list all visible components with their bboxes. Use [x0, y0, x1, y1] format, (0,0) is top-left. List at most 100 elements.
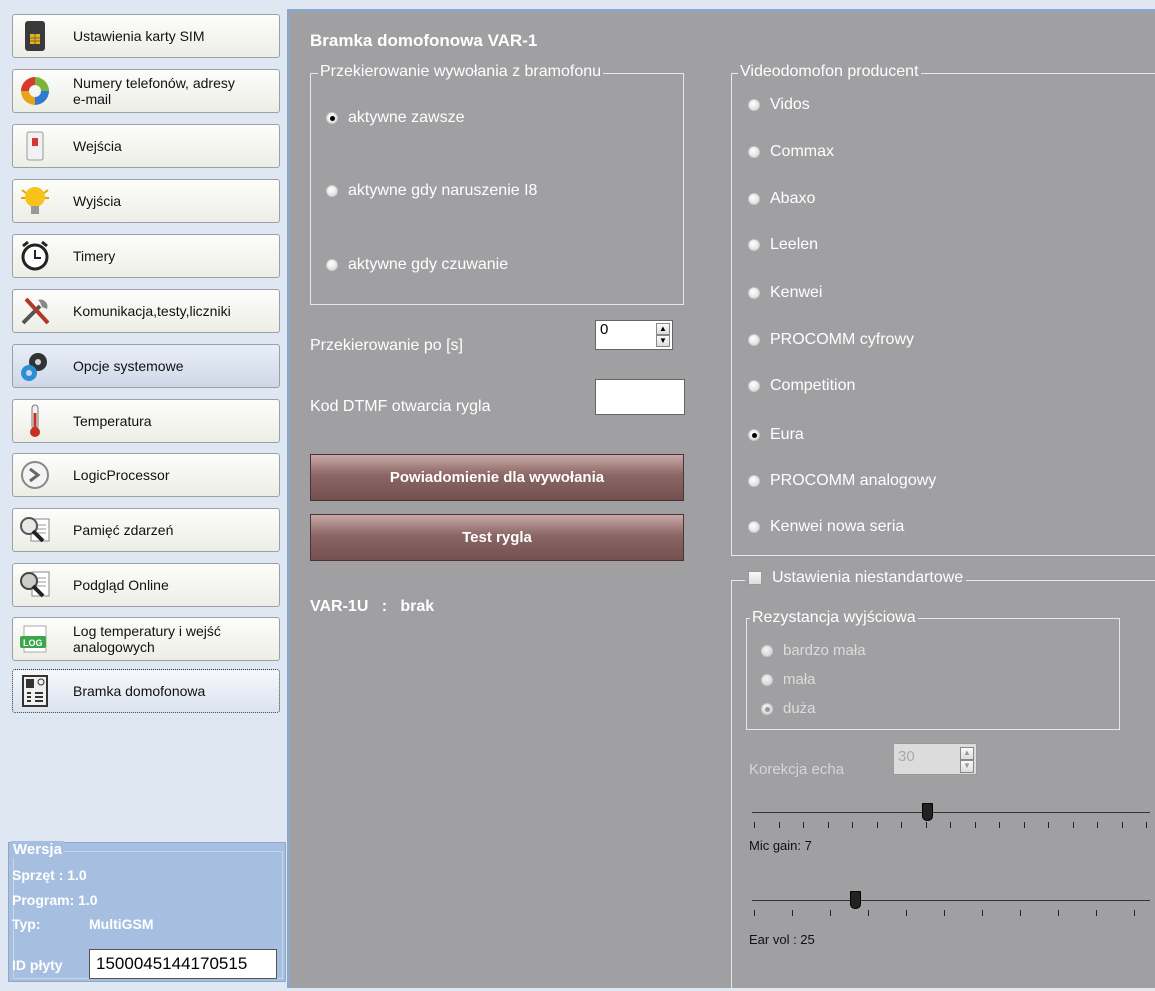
slider-tick	[868, 910, 869, 916]
slider-tick	[1072, 822, 1074, 828]
nav-system-options[interactable]: Opcje systemowe	[12, 344, 280, 388]
dtmf-input[interactable]	[595, 379, 685, 415]
radio-dot	[748, 239, 760, 251]
radio-label: duża	[783, 700, 816, 717]
alarm-clock-icon	[17, 238, 53, 274]
nav-outputs[interactable]: Wyjścia	[12, 179, 280, 223]
stepper-down-icon[interactable]: ▼	[960, 760, 974, 773]
radio-dot	[748, 193, 760, 205]
stepper-down-icon[interactable]: ▼	[656, 335, 670, 347]
radio-label: Eura	[770, 426, 804, 443]
call-notification-button[interactable]: Powiadomienie dla wywołania	[310, 454, 684, 501]
radio-label: Abaxo	[770, 190, 816, 207]
manufacturer-kenwei-radio[interactable]: Kenwei	[748, 284, 822, 302]
slider-tick	[950, 822, 951, 828]
radio-dot	[748, 99, 760, 111]
slider-tick	[1020, 910, 1021, 916]
radio-label: bardzo mała	[783, 642, 866, 659]
mic-gain-label: Mic gain: 7	[749, 838, 812, 853]
radio-label: aktywne gdy naruszenie I8	[348, 182, 538, 199]
slider-tick	[792, 910, 793, 916]
radio-dot	[748, 521, 760, 533]
slider-tick	[754, 910, 755, 916]
forward-on-violation-radio[interactable]: aktywne gdy naruszenie I8	[326, 182, 537, 200]
forwarding-legend: Przekierowanie wywołania z bramofonu	[318, 63, 604, 81]
hardware-version: Sprzęt : 1.0	[12, 867, 87, 883]
resistance-low-radio[interactable]: mała	[761, 671, 816, 688]
echo-correction-value: 30	[898, 748, 915, 765]
ear-volume-track	[752, 900, 1150, 901]
nav-label: Ustawienia karty SIM	[73, 28, 205, 44]
stepper-up-icon[interactable]: ▲	[960, 747, 974, 760]
radio-dot	[326, 112, 338, 124]
radio-dot	[748, 475, 760, 487]
radio-dot	[326, 185, 338, 197]
stepper-up-icon[interactable]: ▲	[656, 323, 670, 335]
log-icon: LOG	[17, 621, 53, 657]
nav-phone-numbers[interactable]: Numery telefonów, adresy e-mail	[12, 69, 280, 113]
manufacturer-competition-radio[interactable]: Competition	[748, 377, 855, 395]
slider-tick	[1146, 822, 1147, 828]
gears-icon	[17, 348, 53, 384]
board-id-field[interactable]: 1500045144170515	[89, 949, 277, 979]
top-strip	[0, 0, 1155, 9]
logic-processor-icon	[17, 457, 53, 493]
radio-label: Leelen	[770, 236, 819, 253]
program-version: Program: 1.0	[12, 892, 98, 908]
resistance-very-low-radio[interactable]: bardzo mała	[761, 642, 866, 659]
nav-event-memory[interactable]: Pamięć zdarzeń	[12, 508, 280, 552]
manufacturer-legend: Videodomofon producent	[738, 63, 921, 81]
manufacturer-leelen-radio[interactable]: Leelen	[748, 236, 818, 254]
nav-online-preview[interactable]: Podgląd Online	[12, 563, 280, 607]
echo-correction-stepper[interactable]: 30 ▲ ▼	[893, 743, 977, 775]
nav-temperature[interactable]: Temperatura	[12, 399, 280, 443]
manufacturer-kenwei-new-radio[interactable]: Kenwei nowa seria	[748, 518, 904, 536]
event-memory-icon	[17, 512, 53, 548]
nav-intercom-gateway[interactable]: Bramka domofonowa	[12, 669, 280, 713]
manufacturer-vidos-radio[interactable]: Vidos	[748, 96, 810, 114]
forward-always-radio[interactable]: aktywne zawsze	[326, 109, 465, 127]
mic-gain-thumb[interactable]	[922, 803, 933, 821]
mic-gain-slider[interactable]	[752, 797, 1150, 837]
ear-volume-slider[interactable]	[752, 890, 1150, 930]
manufacturer-procomm-digital-radio[interactable]: PROCOMM cyfrowy	[748, 331, 914, 349]
manufacturer-commax-radio[interactable]: Commax	[748, 143, 834, 161]
nav-label: Opcje systemowe	[73, 358, 184, 374]
radio-dot	[748, 287, 760, 299]
tools-icon	[17, 293, 53, 329]
radio-label: Commax	[770, 143, 835, 160]
forward-after-stepper[interactable]: 0 ▲ ▼	[595, 320, 673, 350]
slider-tick	[754, 822, 755, 828]
resistance-high-radio[interactable]: duża	[761, 700, 816, 717]
forward-after-label: Przekierowanie po [s]	[310, 337, 463, 354]
nav-sim-settings[interactable]: Ustawienia karty SIM	[12, 14, 280, 58]
nav-inputs[interactable]: Wejścia	[12, 124, 280, 168]
radio-label: Kenwei nowa seria	[770, 518, 905, 535]
forward-when-armed-radio[interactable]: aktywne gdy czuwanie	[326, 256, 508, 274]
manufacturer-eura-radio[interactable]: Eura	[748, 426, 804, 444]
nav-temperature-log[interactable]: LOG Log temperatury i wejść analogowych	[12, 617, 280, 661]
page-title: Bramka domofonowa VAR-1	[310, 31, 538, 50]
svg-text:LOG: LOG	[23, 638, 43, 648]
nav-logic-processor[interactable]: LogicProcessor	[12, 453, 280, 497]
nav-communication[interactable]: Komunikacja,testy,liczniki	[12, 289, 280, 333]
thermometer-icon	[17, 403, 53, 439]
ear-volume-thumb[interactable]	[850, 891, 861, 909]
nav-label: Wyjścia	[73, 193, 122, 209]
online-preview-icon	[17, 567, 53, 603]
manufacturer-procomm-analog-radio[interactable]: PROCOMM analogowy	[748, 472, 936, 490]
nav-label: Pamięć zdarzeń	[73, 522, 174, 538]
nav-timers[interactable]: Timery	[12, 234, 280, 278]
type-label: Typ:	[12, 916, 41, 932]
manufacturer-abaxo-radio[interactable]: Abaxo	[748, 190, 815, 208]
radio-dot	[748, 146, 760, 158]
custom-settings-checkbox[interactable]	[748, 571, 762, 585]
contacts-circle-icon	[17, 73, 53, 109]
radio-label: Vidos	[770, 96, 810, 113]
test-lock-button[interactable]: Test rygla	[310, 514, 684, 561]
nav-label: Bramka domofonowa	[73, 683, 206, 699]
main-panel: Bramka domofonowa VAR-1 Przekierowanie w…	[287, 9, 1155, 991]
slider-tick	[925, 822, 927, 828]
nav-label: Numery telefonów, adresy e-mail	[73, 75, 235, 107]
radio-dot	[748, 429, 760, 441]
